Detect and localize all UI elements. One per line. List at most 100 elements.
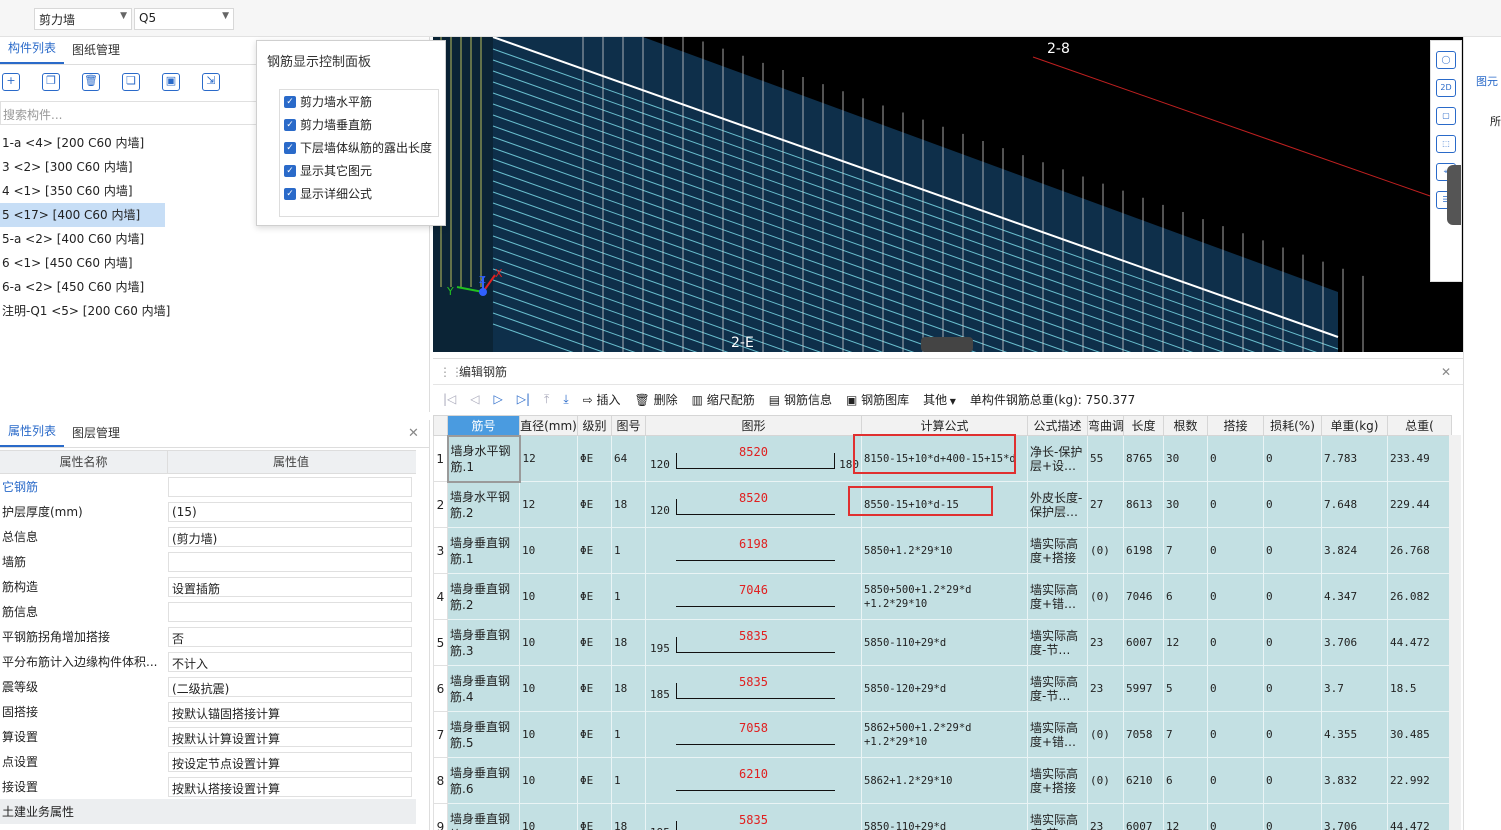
new-component-icon[interactable]: + (2, 73, 20, 91)
duplicate-icon[interactable]: ❏ (122, 73, 140, 91)
formula-desc-cell[interactable]: 外皮长度-保护层… (1027, 481, 1088, 528)
count-cell[interactable]: 7 (1163, 711, 1208, 758)
cube-icon[interactable]: ⬚ (1436, 135, 1456, 153)
formula-cell[interactable]: 5850+1.2*29*10 (861, 527, 1028, 574)
checkbox-show-other[interactable]: ✓ 显示其它图元 (280, 159, 438, 182)
count-cell[interactable]: 6 (1163, 757, 1208, 804)
table-row[interactable]: 9墙身垂直钢筋.710ΦE1819558355850-110+29*d墙实际高度… (433, 803, 1452, 830)
table-row[interactable]: 3 墙身垂直钢筋.1 10 ΦE 1 6198 5850+1.2*29*10 墙实际高度+搭接… (433, 527, 1452, 574)
unit-weight-cell[interactable]: 3.706 (1321, 619, 1388, 666)
import-icon[interactable]: ⇲ (202, 73, 220, 91)
diameter-cell[interactable]: 10 (519, 573, 578, 620)
figure-number-cell[interactable]: 18 (611, 803, 646, 830)
bend-adjust-cell[interactable]: 23 (1087, 665, 1124, 712)
grade-cell[interactable]: ΦE (577, 803, 612, 830)
column-header[interactable]: 图形 (645, 415, 862, 436)
property-row[interactable]: 筋构造 设置插筋 (0, 574, 429, 599)
shape-cell[interactable]: 7046 (645, 573, 862, 620)
length-cell[interactable]: 8765 (1123, 435, 1164, 482)
rebar-name-cell[interactable]: 墙身垂直钢筋.1 (447, 527, 520, 574)
loss-cell[interactable]: 0 (1263, 665, 1322, 712)
total-weight-cell[interactable]: 229.44 (1387, 481, 1452, 528)
move-up-icon[interactable]: ⤒ (544, 392, 549, 407)
rebar-library-button[interactable]: ▣ 钢筋图库 (846, 391, 909, 408)
shape-cell[interactable]: 195 5835 (645, 619, 862, 666)
table-row[interactable]: 8 墙身垂直钢筋.6 10 ΦE 1 6210 5862+1.2*29*10 墙实际高度+搭接… (433, 757, 1452, 804)
count-cell[interactable]: 7 (1163, 527, 1208, 574)
tab-drawing-management[interactable]: 图纸管理 (64, 35, 128, 64)
column-header[interactable]: 图号 (611, 415, 646, 436)
tab-component-list[interactable]: 构件列表 (0, 33, 65, 64)
column-header[interactable]: 公式描述 (1027, 415, 1088, 436)
delete-button[interactable]: 🗑 删除 (635, 391, 678, 408)
formula-desc-cell[interactable]: 墙实际高度-节… (1027, 665, 1088, 712)
count-cell[interactable]: 30 (1163, 481, 1208, 528)
bend-adjust-cell[interactable]: 55 (1087, 435, 1124, 482)
column-header[interactable]: 筋号 (447, 415, 520, 436)
bend-adjust-cell[interactable]: (0) (1087, 527, 1124, 574)
rebar-name-cell[interactable]: 墙身水平钢筋.2 (447, 481, 520, 528)
orbit-icon[interactable]: ◯ (1436, 51, 1456, 69)
table-row[interactable]: 6 墙身垂直钢筋.4 10 ΦE 18 185 5835 5850-120+29*d 墙实际高度… (433, 665, 1452, 712)
insert-button[interactable]: ⇨ 插入 (583, 391, 621, 408)
loss-cell[interactable]: 0 (1263, 757, 1322, 804)
column-header[interactable]: 搭接 (1207, 415, 1264, 436)
diameter-cell[interactable]: 10 (519, 711, 578, 758)
formula-cell[interactable]: 5850-110+29*d (861, 803, 1028, 830)
prev-icon[interactable]: ◁ (470, 392, 479, 406)
count-cell[interactable]: 5 (1163, 665, 1208, 712)
unit-weight-cell[interactable]: 4.355 (1321, 711, 1388, 758)
figure-number-cell[interactable]: 1 (611, 757, 646, 804)
row-index[interactable]: 6 (433, 665, 448, 712)
checkbox-exposed-length[interactable]: ✓ 下层墙体纵筋的露出长度 (280, 136, 438, 159)
list-item[interactable]: 3 <2> [300 C60 内墙] (0, 155, 165, 179)
list-item[interactable]: 1-a <4> [200 C60 内墙] (0, 131, 165, 155)
property-value[interactable]: (15) (168, 501, 412, 522)
column-header[interactable]: 总重( (1387, 415, 1452, 436)
tab-element[interactable]: 图元 (1464, 37, 1501, 89)
length-cell[interactable]: 6007 (1123, 619, 1164, 666)
rebar-info-button[interactable]: ▤ 钢筋信息 (769, 391, 832, 408)
checkbox-show-formula[interactable]: ✓ 显示详细公式 (280, 182, 438, 205)
formula-cell[interactable]: 5850-110+29*d (861, 619, 1028, 666)
column-header[interactable]: 单重(kg) (1321, 415, 1388, 436)
lap-cell[interactable]: 0 (1207, 573, 1264, 620)
figure-number-cell[interactable]: 1 (611, 711, 646, 758)
shape-cell[interactable]: 185 5835 (645, 665, 862, 712)
length-cell[interactable]: 6210 (1123, 757, 1164, 804)
lap-cell[interactable]: 0 (1207, 665, 1264, 712)
close-icon[interactable]: ✕ (408, 426, 419, 441)
side-collapse-handle[interactable] (1447, 165, 1461, 225)
close-icon[interactable]: ✕ (1441, 359, 1451, 385)
column-header[interactable]: 弯曲调整 (1087, 415, 1124, 436)
unit-weight-cell[interactable]: 3.824 (1321, 527, 1388, 574)
bend-adjust-cell[interactable]: (0) (1087, 711, 1124, 758)
length-cell[interactable]: 8613 (1123, 481, 1164, 528)
3d-viewport[interactable]: 2-8 2-E X Y Z (433, 37, 1463, 352)
total-weight-cell[interactable]: 26.082 (1387, 573, 1452, 620)
shape-cell[interactable]: 120 8520 (645, 481, 862, 528)
component-name-select[interactable]: Q5 ▼ (134, 8, 234, 30)
diameter-cell[interactable]: 10 (519, 757, 578, 804)
grade-cell[interactable]: ΦE (577, 435, 612, 482)
loss-cell[interactable]: 0 (1263, 527, 1322, 574)
formula-cell[interactable]: 5862+1.2*29*10 (861, 757, 1028, 804)
grade-cell[interactable]: ΦE (577, 665, 612, 712)
bend-adjust-cell[interactable]: 27 (1087, 481, 1124, 528)
length-cell[interactable]: 6198 (1123, 527, 1164, 574)
formula-desc-cell[interactable]: 墙实际高度-节… (1027, 803, 1088, 830)
figure-number-cell[interactable]: 18 (611, 481, 646, 528)
bend-adjust-cell[interactable]: (0) (1087, 573, 1124, 620)
property-row[interactable]: 护层厚度(mm) (15) (0, 499, 429, 524)
row-index[interactable]: 8 (433, 757, 448, 804)
shape-cell[interactable]: 120 8520 180 (645, 435, 862, 482)
property-value[interactable]: 不计入 (168, 651, 412, 672)
rebar-name-cell[interactable]: 墙身垂直钢筋.7 (447, 803, 520, 830)
row-index[interactable]: 4 (433, 573, 448, 620)
grade-cell[interactable]: ΦE (577, 619, 612, 666)
tab-layer-management[interactable]: 图层管理 (64, 418, 128, 447)
shape-cell[interactable]: 7058 (645, 711, 862, 758)
rebar-name-cell[interactable]: 墙身垂直钢筋.5 (447, 711, 520, 758)
column-header[interactable]: 长度 (1123, 415, 1164, 436)
length-cell[interactable]: 7058 (1123, 711, 1164, 758)
